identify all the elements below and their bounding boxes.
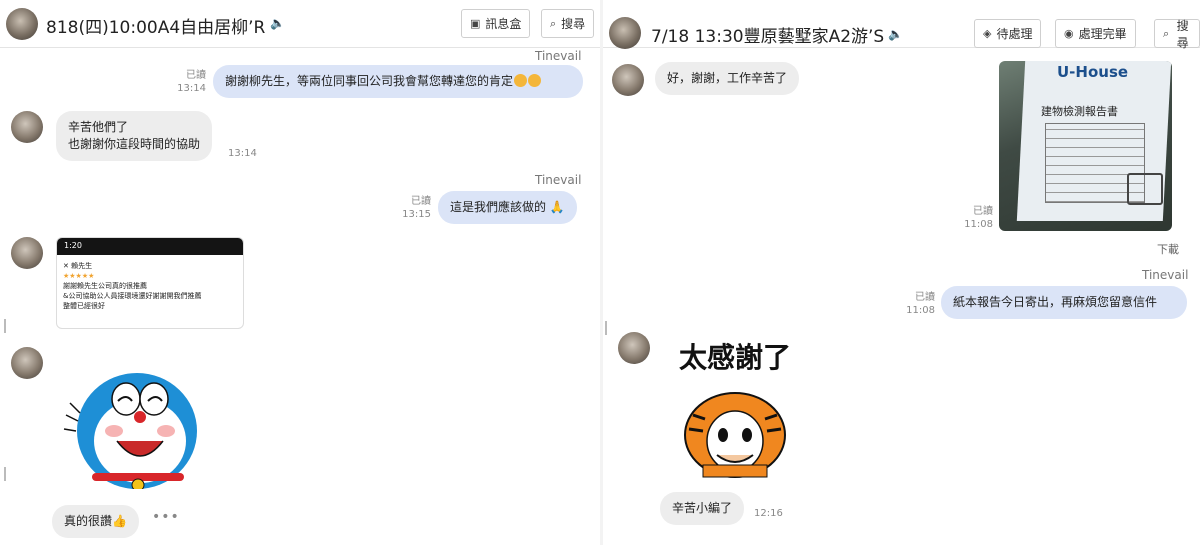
done-button-label: 處理完畢: [1078, 27, 1127, 41]
read-status: 已讀 11:08: [906, 292, 935, 316]
search-button-label: 搜尋: [561, 17, 586, 31]
chat-pane-right: 7/18 13:30豐原藝墅家A2游’S 🔈 ◈ 待處理 ◉ 處理完畢 ⌕ 搜尋…: [603, 0, 1200, 545]
search-button-label: 搜尋: [1176, 18, 1189, 50]
contact-avatar[interactable]: [609, 17, 641, 49]
thumbs-up-emoji-icon: 👍: [112, 514, 127, 528]
pending-button-label: 待處理: [996, 27, 1033, 41]
review-text: ✕ 賴先生 ★★★★★ 謝謝賴先生公司真的很推薦 &公司協助公人員接環境還好謝謝…: [57, 255, 243, 317]
smile-emoji-icon: [528, 74, 542, 87]
sender-name: Tinevail: [535, 49, 582, 63]
message-bubble[interactable]: 辛苦他們了 也謝謝你這段時間的協助: [56, 111, 213, 161]
pray-emoji-icon: 🙏: [549, 200, 565, 214]
sender-name: Tinevail: [535, 173, 582, 187]
doraemon-sticker[interactable]: [62, 349, 202, 489]
search-button[interactable]: ⌕ 搜尋: [1154, 18, 1200, 50]
search-icon: ⌕: [1163, 26, 1170, 40]
contact-avatar[interactable]: [11, 111, 43, 143]
search-icon: ⌕: [550, 16, 557, 30]
inbox-button-label: 訊息盒: [485, 17, 522, 31]
message-time: 12:16: [754, 508, 783, 519]
done-button[interactable]: ◉ 處理完畢: [1055, 19, 1136, 48]
inbox-button[interactable]: ▣ 訊息盒: [461, 9, 531, 38]
contact-avatar[interactable]: [612, 64, 644, 96]
download-link[interactable]: 下載: [1157, 241, 1179, 257]
smile-emoji-icon: [514, 74, 528, 87]
search-button[interactable]: ⌕ 搜尋: [541, 9, 595, 38]
stamp-icon: [1127, 173, 1163, 205]
read-status: 已讀 13:14: [177, 70, 206, 94]
message-bubble[interactable]: 謝謝柳先生，等兩位同事回公司我會幫您轉達您的肯定: [213, 65, 583, 98]
speaker-icon[interactable]: 🔈: [888, 27, 903, 41]
speaker-icon[interactable]: 🔈: [270, 16, 285, 30]
scroll-handle[interactable]: [4, 467, 6, 481]
more-options-icon[interactable]: •••: [152, 509, 180, 525]
contact-avatar[interactable]: [11, 237, 43, 269]
chat-title: 818(四)10:00A4自由居柳’R: [46, 18, 266, 38]
message-bubble[interactable]: 紙本報告今日寄出，再麻煩您留意信件: [941, 286, 1187, 319]
chat-bubble-icon: ◉: [1064, 27, 1074, 40]
contact-avatar[interactable]: [6, 8, 38, 40]
svg-text:太感謝了: 太感謝了: [679, 341, 791, 374]
message-time: 13:14: [228, 148, 257, 159]
message-list[interactable]: 好，謝謝，工作辛苦了 已讀 11:08 U-House 建物檢測報告書 下載 T…: [603, 49, 1200, 545]
read-status: 已讀 13:15: [402, 196, 431, 220]
message-bubble[interactable]: 好，謝謝，工作辛苦了: [655, 62, 800, 95]
contact-avatar[interactable]: [11, 347, 43, 379]
phone-status-bar: 1:20: [57, 238, 243, 255]
tiger-sticker[interactable]: 太感謝了: [673, 337, 813, 479]
message-bubble[interactable]: 辛苦小編了: [660, 492, 745, 525]
chat-header: 7/18 13:30豐原藝墅家A2游’S 🔈 ◈ 待處理 ◉ 處理完畢 ⌕ 搜尋: [603, 0, 1200, 50]
message-bubble[interactable]: 真的很讚👍: [52, 505, 139, 538]
chat-title: 7/18 13:30豐原藝墅家A2游’S: [651, 27, 885, 47]
message-bubble[interactable]: 這是我們應該做的 🙏: [438, 191, 577, 224]
read-status: 已讀 11:08: [964, 206, 993, 230]
chat-pane-left: 818(四)10:00A4自由居柳’R 🔈 ▣ 訊息盒 ⌕ 搜尋 Tinevai…: [0, 0, 600, 545]
shared-screenshot-image[interactable]: 1:20 ✕ 賴先生 ★★★★★ 謝謝賴先生公司真的很推薦 &公司協助公人員接環…: [56, 237, 244, 329]
message-list[interactable]: Tinevail 已讀 13:14 謝謝柳先生，等兩位同事回公司我會幫您轉達您的…: [0, 49, 600, 545]
scroll-handle[interactable]: [605, 321, 607, 335]
report-title: 建物檢測報告書: [1041, 105, 1118, 118]
report-logo: U-House: [1057, 63, 1129, 81]
inspection-report-image[interactable]: U-House 建物檢測報告書: [999, 61, 1172, 231]
scroll-handle[interactable]: [4, 319, 6, 333]
rating-stars-icon: ★★★★★: [63, 272, 95, 280]
inbox-icon: ▣: [470, 17, 481, 30]
pending-button[interactable]: ◈ 待處理: [974, 19, 1042, 48]
tag-icon: ◈: [983, 27, 992, 40]
contact-avatar[interactable]: [618, 332, 650, 364]
chat-header: 818(四)10:00A4自由居柳’R 🔈 ▣ 訊息盒 ⌕ 搜尋: [0, 0, 600, 48]
sender-name: Tinevail: [1142, 268, 1189, 282]
